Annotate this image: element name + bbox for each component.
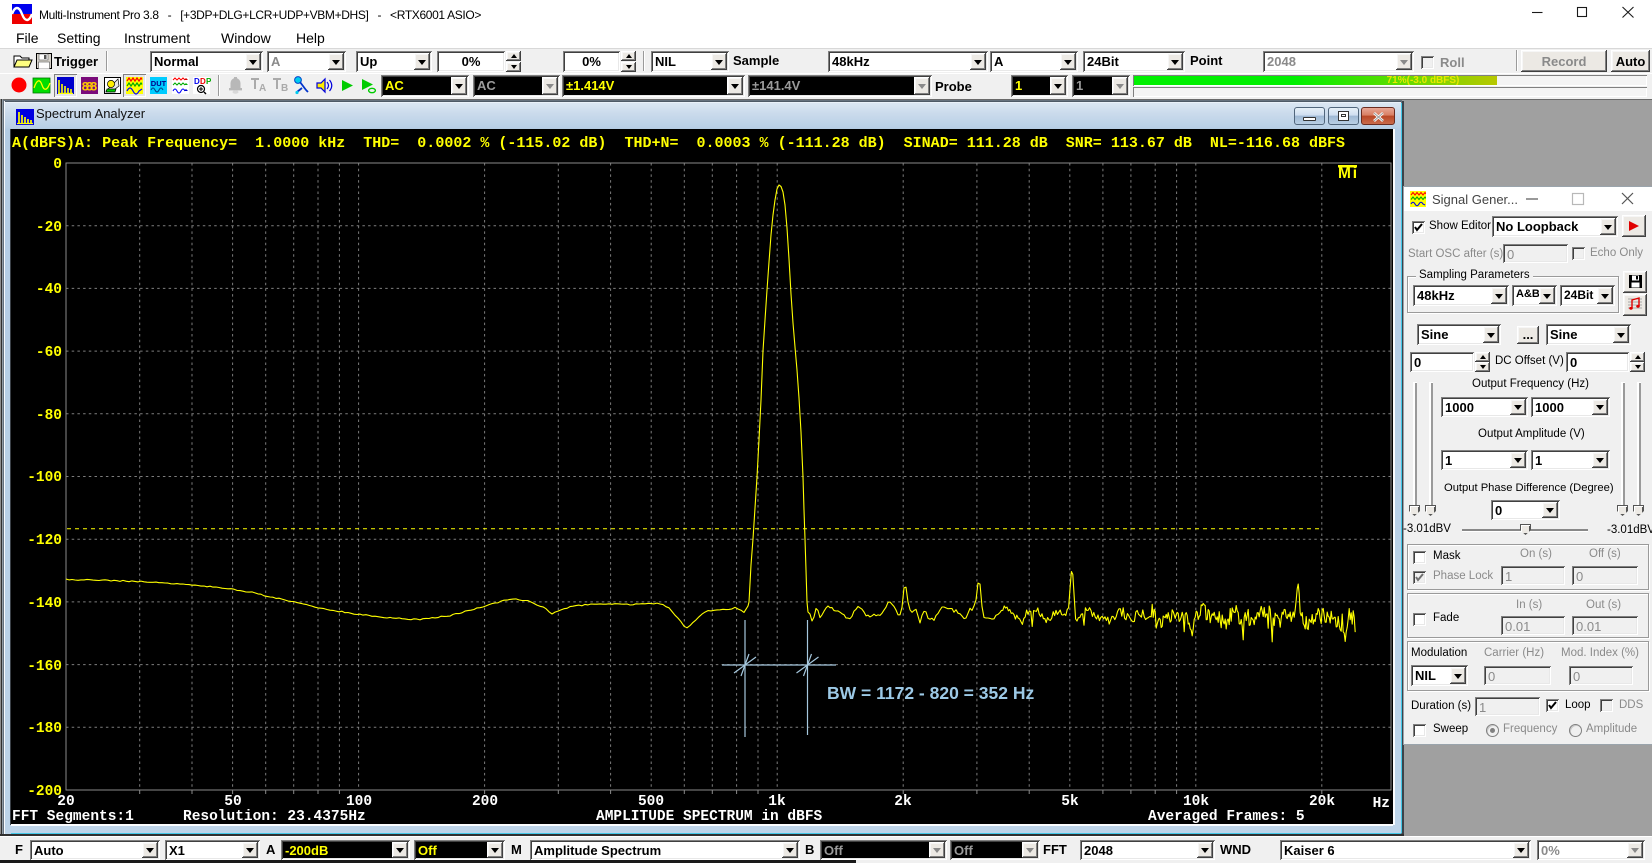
svg-text:10k: 10k [1183,794,1209,810]
svg-text:FFT Segments:1: FFT Segments:1 [12,809,134,825]
svg-text:5k: 5k [1061,794,1079,810]
svg-text:Hz: Hz [1373,796,1390,812]
svg-text:1k: 1k [768,794,786,810]
svg-text:Averaged Frames: 5: Averaged Frames: 5 [1148,809,1305,825]
svg-text:200: 200 [472,794,498,810]
svg-text:20: 20 [57,794,74,810]
svg-text:A: A [259,83,266,94]
svg-text:-180: -180 [27,721,62,737]
svg-text:P: P [206,77,211,86]
svg-text:888: 888 [82,81,98,95]
svg-text:100: 100 [346,794,372,810]
svg-text:Mi: Mi [1338,165,1357,182]
svg-text:-100: -100 [27,470,62,486]
svg-text:-140: -140 [27,596,62,612]
svg-text:B: B [281,83,288,94]
svg-text:Resolution: 23.4375Hz: Resolution: 23.4375Hz [183,809,366,825]
svg-text:-60: -60 [36,345,62,361]
svg-text:DUT: DUT [151,79,167,88]
svg-text:20k: 20k [1309,794,1335,810]
svg-text:-120: -120 [27,533,62,549]
svg-text:500: 500 [638,794,664,810]
svg-text:A(dBFS)A: Peak Frequency= 1.0: A(dBFS)A: Peak Frequency= 1.0000 kHz THD… [12,135,1345,152]
svg-text:-20: -20 [36,220,62,236]
svg-text:0: 0 [53,157,62,173]
svg-text:2k: 2k [894,794,912,810]
svg-text:50: 50 [224,794,241,810]
svg-text:-40: -40 [36,282,62,298]
svg-text:-160: -160 [27,659,62,675]
svg-text:-80: -80 [36,408,62,424]
svg-text:AMPLITUDE SPECTRUM in dBFS: AMPLITUDE SPECTRUM in dBFS [596,809,823,825]
svg-text:BW = 1172 - 820 = 352 Hz: BW = 1172 - 820 = 352 Hz [827,683,1034,703]
